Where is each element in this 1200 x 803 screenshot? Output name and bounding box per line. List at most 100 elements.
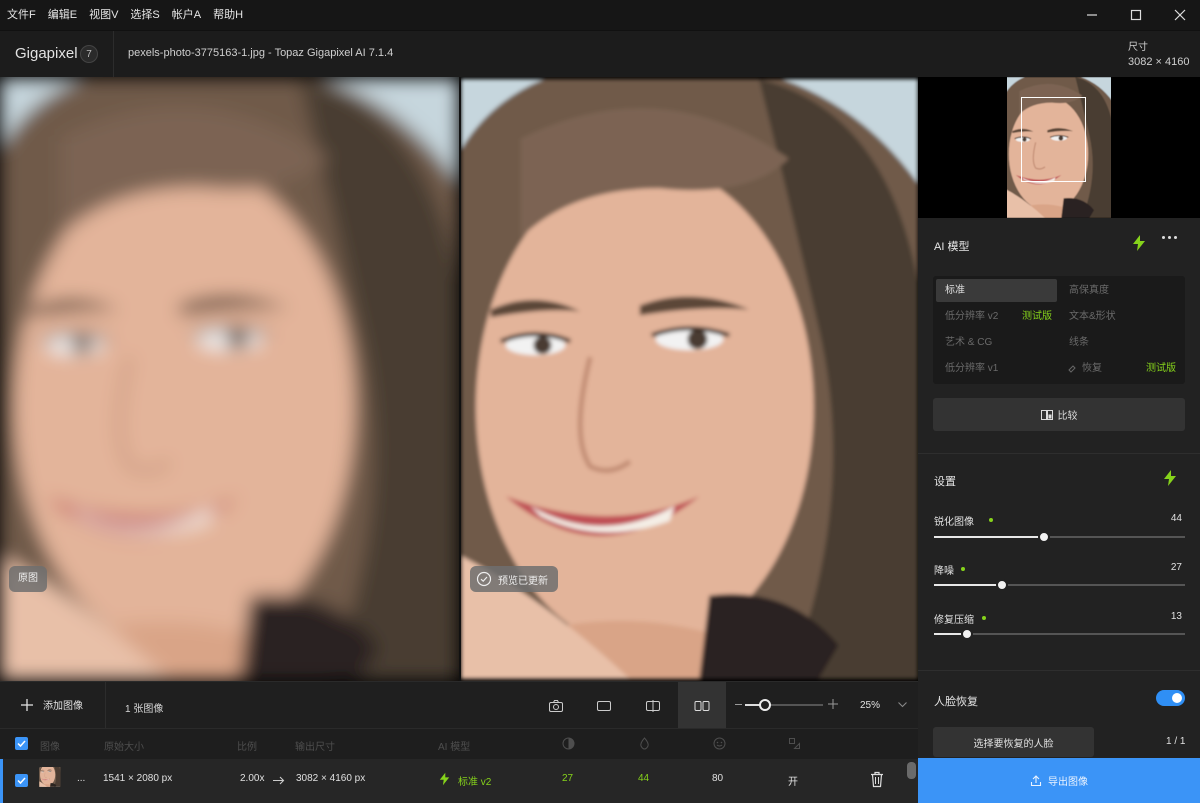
- face-recovery-toggle[interactable]: [1156, 690, 1185, 706]
- original-photo: [0, 77, 459, 681]
- row-sharpen-value: 27: [562, 773, 574, 784]
- fix-compression-slider-knob[interactable]: [960, 628, 973, 640]
- original-badge: 原图: [9, 566, 47, 592]
- header-image[interactable]: 图像: [40, 738, 60, 753]
- model-option-standard[interactable]: 标准: [936, 279, 1057, 302]
- sharpen-slider-knob[interactable]: [1038, 531, 1051, 543]
- bottom-toolbar: 添加图像 1 张图像 25%: [0, 681, 918, 729]
- row-face-value: 80: [712, 773, 724, 784]
- lightning-icon[interactable]: [1132, 235, 1146, 251]
- lightning-icon: [439, 772, 450, 786]
- minimize-icon: [1087, 14, 1097, 16]
- chevron-down-icon[interactable]: [897, 699, 908, 710]
- header-original-size[interactable]: 原始大小: [104, 738, 144, 753]
- model-option-text-shapes[interactable]: 文本&形状: [1060, 305, 1182, 328]
- row-checkbox[interactable]: [15, 774, 28, 787]
- denoise-slider[interactable]: [934, 579, 1185, 591]
- check-icon: [17, 740, 26, 748]
- sharpen-slider[interactable]: [934, 531, 1185, 543]
- menu-edit[interactable]: 编辑E: [42, 0, 83, 30]
- restore-header-icon[interactable]: [788, 737, 801, 750]
- row-denoise-value: 44: [638, 773, 650, 784]
- version-badge[interactable]: 7: [80, 45, 98, 63]
- original-preview[interactable]: [0, 77, 459, 681]
- row-selection-marker: [0, 759, 3, 803]
- compare-button[interactable]: 比较: [933, 398, 1185, 431]
- select-faces-button[interactable]: 选择要恢复的人脸: [933, 727, 1094, 757]
- table-scrollbar[interactable]: [907, 762, 916, 779]
- menu-select[interactable]: 选择S: [124, 0, 165, 30]
- row-ai-model[interactable]: 标准 v2: [458, 773, 491, 788]
- output-size-label: 尺寸: [1128, 42, 1148, 53]
- beta-tag: 测试版: [1022, 311, 1052, 322]
- menu-help[interactable]: 帮助H: [207, 0, 249, 30]
- header-output-size[interactable]: 输出尺寸: [295, 738, 335, 753]
- zoom-slider[interactable]: [745, 699, 823, 711]
- face-count: 1 / 1: [1166, 736, 1186, 747]
- zoom-slider-knob[interactable]: [758, 699, 771, 711]
- beta-tag-recovery: 测试版: [1146, 363, 1176, 374]
- close-icon: [1174, 9, 1186, 21]
- zoom-out-icon[interactable]: [735, 704, 742, 705]
- add-image-button[interactable]: 添加图像: [20, 697, 83, 712]
- compare-label: 比较: [1057, 411, 1078, 422]
- trash-icon[interactable]: [870, 771, 884, 788]
- panel-divider: [918, 670, 1200, 671]
- side-by-side-button[interactable]: [678, 682, 726, 729]
- navigator-viewport-frame[interactable]: [1021, 97, 1086, 182]
- split-view-button[interactable]: [629, 682, 677, 729]
- export-button[interactable]: 导出图像: [918, 758, 1200, 803]
- menu-account[interactable]: 帐户A: [166, 0, 207, 30]
- auto-settings-lightning-icon[interactable]: [1163, 470, 1177, 486]
- export-icon: [1030, 774, 1042, 786]
- sharpen-auto-dot: [989, 518, 993, 522]
- more-options-icon[interactable]: [1162, 236, 1177, 239]
- fix-compression-label: 修复压缩: [934, 615, 974, 626]
- model-option-art-cg[interactable]: 艺术 & CG: [936, 331, 1057, 354]
- model-option-lines[interactable]: 线条: [1060, 331, 1182, 354]
- preview-updated-badge: 预览已更新: [470, 566, 558, 592]
- row-thumbnail-photo: [39, 767, 66, 794]
- denoise-auto-dot: [961, 567, 965, 571]
- check-icon: [17, 777, 26, 785]
- snapshot-button[interactable]: [532, 682, 580, 729]
- model-option-low-res-v1[interactable]: 低分辨率 v1: [936, 357, 1057, 380]
- select-all-checkbox[interactable]: [15, 737, 28, 750]
- plus-icon: [21, 698, 33, 711]
- header-ai-model[interactable]: AI 模型: [438, 738, 470, 753]
- camera-icon: [549, 699, 563, 712]
- file-title: pexels-photo-3775163-1.jpg - Topaz Gigap…: [128, 47, 394, 59]
- header-scale[interactable]: 比例: [237, 738, 257, 753]
- close-button[interactable]: [1160, 0, 1200, 30]
- menu-bar: 文件F 编辑E 视图V 选择S 帐户A 帮助H: [0, 0, 1200, 30]
- zoom-in-icon[interactable]: [828, 698, 838, 710]
- menu-view[interactable]: 视图V: [83, 0, 124, 30]
- denoise-icon[interactable]: [638, 737, 651, 750]
- single-view-button[interactable]: [580, 682, 628, 729]
- header-bar: Gigapixel 7 pexels-photo-3775163-1.jpg -…: [0, 30, 1200, 78]
- preview-updated-label: 预览已更新: [498, 575, 548, 587]
- sharpen-label: 锐化图像: [934, 517, 974, 528]
- zoom-percent[interactable]: 25%: [860, 700, 880, 711]
- table-row[interactable]: ... 1541 × 2080 px 2.00x 3082 × 4160 px …: [0, 759, 918, 803]
- menu-file[interactable]: 文件F: [0, 0, 42, 30]
- output-size-value: 3082 × 4160: [1128, 56, 1190, 68]
- maximize-button[interactable]: [1116, 0, 1156, 30]
- maximize-icon: [1130, 9, 1142, 21]
- sharpen-icon[interactable]: [562, 737, 575, 750]
- toolbar-divider: [105, 682, 106, 729]
- row-output-size[interactable]: 3082 × 4160 px: [296, 773, 365, 784]
- check-circle-icon: [476, 571, 492, 587]
- sharpen-slider-fill: [934, 536, 1045, 538]
- denoise-slider-knob[interactable]: [995, 579, 1008, 591]
- minimize-button[interactable]: [1072, 0, 1112, 30]
- preview-area[interactable]: [0, 77, 918, 681]
- face-icon[interactable]: [713, 737, 726, 750]
- add-image-label: 添加图像: [43, 701, 83, 712]
- fix-compression-slider[interactable]: [934, 628, 1185, 640]
- side-by-side-icon: [694, 700, 710, 711]
- row-scale[interactable]: 2.00x: [240, 773, 264, 784]
- compare-icon: [1040, 409, 1053, 420]
- model-option-high-fidelity[interactable]: 高保真度: [1060, 279, 1182, 302]
- navigator[interactable]: [918, 77, 1200, 218]
